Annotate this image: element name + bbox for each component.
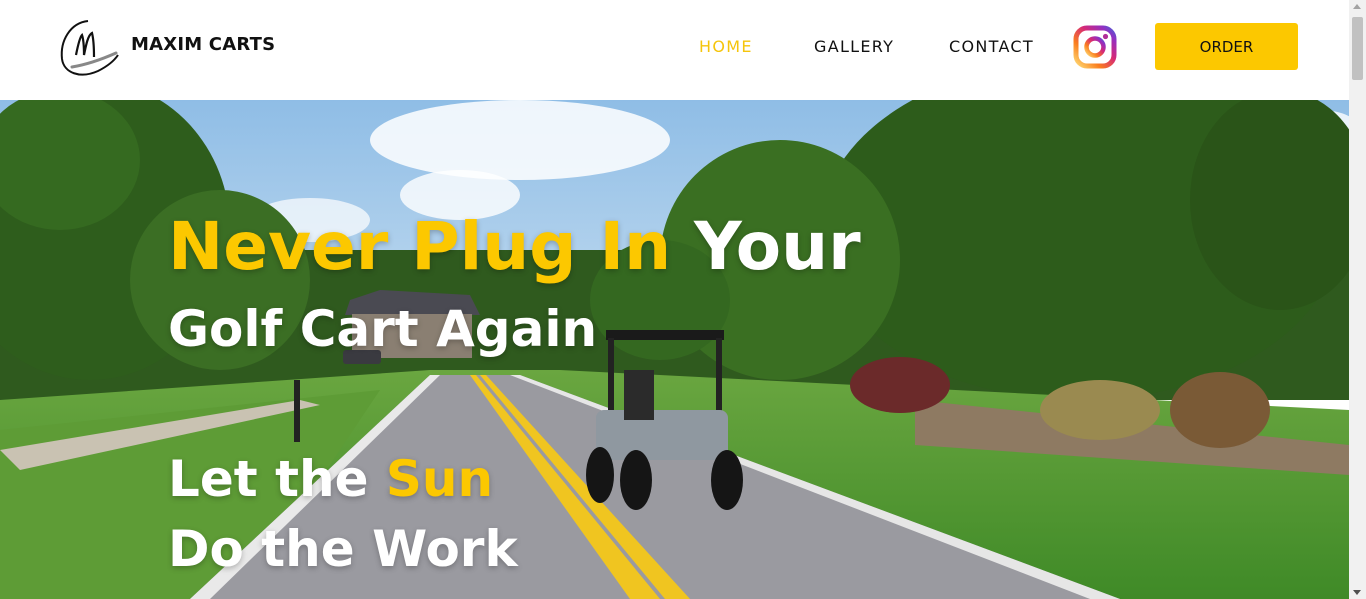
order-button[interactable]: ORDER <box>1155 23 1298 70</box>
nav-gallery[interactable]: GALLERY <box>814 37 894 56</box>
hero-line-4: Do the Work <box>168 520 518 578</box>
hero-section: Never Plug In Your Golf Cart Again Let t… <box>0 100 1349 599</box>
maxim-carts-logo[interactable] <box>58 15 120 79</box>
instagram-icon[interactable] <box>1073 25 1117 69</box>
hero-line-3: Let the Sun <box>168 450 493 508</box>
hero-line-1: Never Plug In Your <box>168 208 861 285</box>
site-header: MAXIM CARTS HOME GALLERY CONTACT ORDER <box>0 0 1349 100</box>
hero-line-1-rest: Your <box>671 208 861 285</box>
scroll-down-arrow-icon[interactable] <box>1353 590 1361 595</box>
scroll-up-arrow-icon[interactable] <box>1353 4 1361 9</box>
hero-line-3-start: Let the <box>168 450 386 508</box>
hero-line-3-highlight: Sun <box>385 450 494 508</box>
vertical-scrollbar[interactable] <box>1349 0 1366 599</box>
scrollbar-thumb[interactable] <box>1352 17 1363 80</box>
nav-home[interactable]: HOME <box>699 37 753 56</box>
hero-line-2: Golf Cart Again <box>168 300 598 358</box>
nav-contact[interactable]: CONTACT <box>949 37 1034 56</box>
hero-line-1-highlight: Never Plug In <box>168 208 672 285</box>
brand-name[interactable]: MAXIM CARTS <box>131 34 275 55</box>
